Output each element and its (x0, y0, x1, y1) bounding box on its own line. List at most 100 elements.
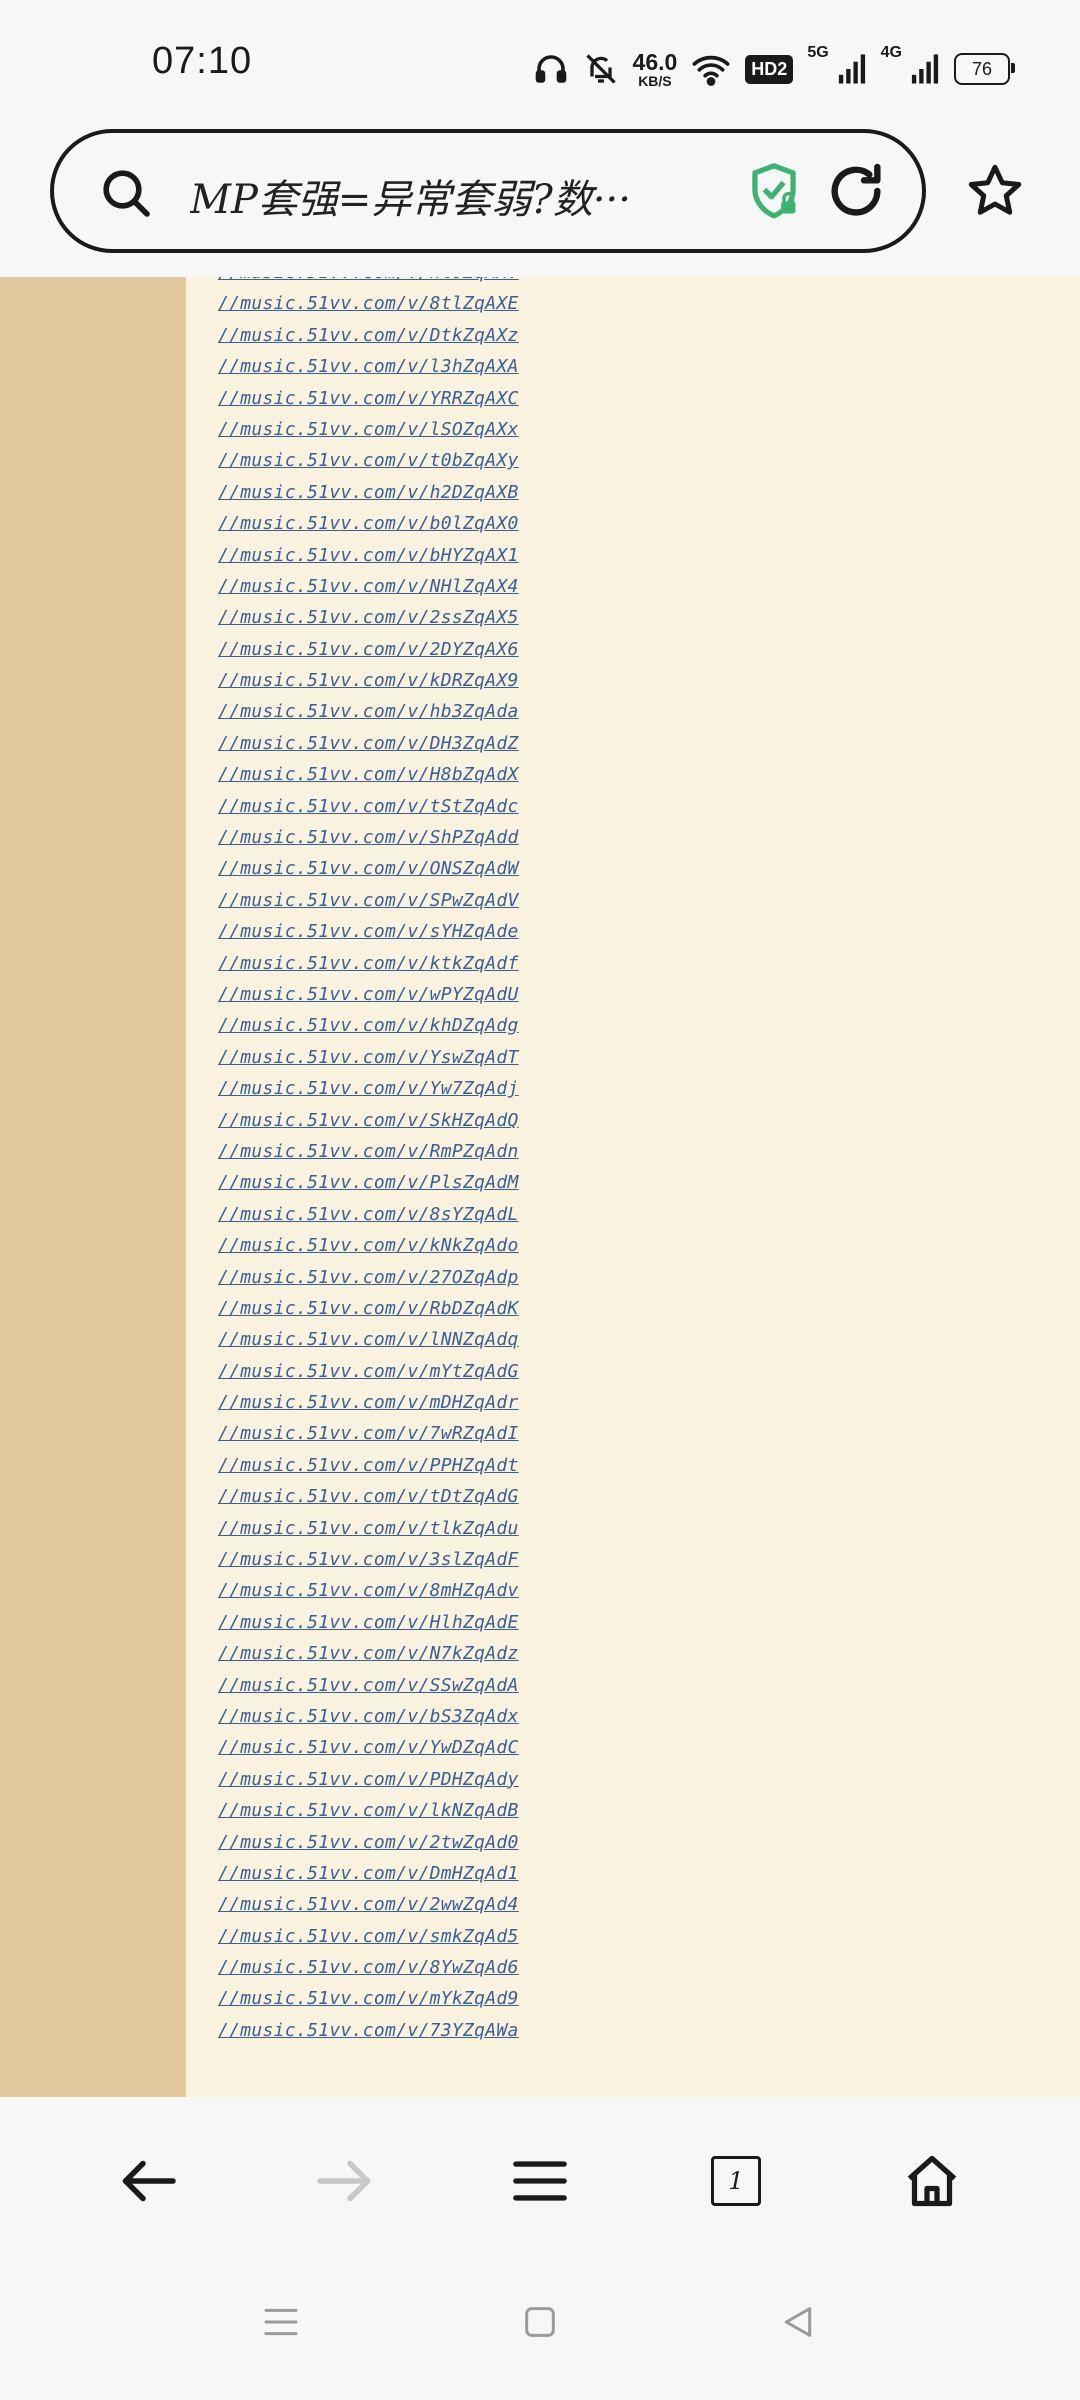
music-link[interactable]: //music.51vv.com/v/2twZqAd0 (218, 1832, 519, 1853)
list-item: //music.51vv.com/v/bS3ZqAdx (218, 1701, 519, 1732)
music-link[interactable]: //music.51vv.com/v/RmPZqAdn (218, 1141, 519, 1162)
music-link[interactable]: //music.51vv.com/v/smkZqAd5 (218, 1926, 519, 1947)
music-link[interactable]: //music.51vv.com/v/hb3ZqAda (218, 701, 519, 722)
list-item: //music.51vv.com/v/tlkZqAdu (218, 1513, 519, 1544)
music-link[interactable]: //music.51vv.com/v/b0lZqAX0 (218, 513, 519, 534)
list-item: //music.51vv.com/v/SkHZqAdQ (218, 1105, 519, 1136)
music-link[interactable]: //music.51vv.com/v/lkNZqAdB (218, 1800, 519, 1821)
music-link[interactable]: //music.51vv.com/v/DtkZqAXz (218, 325, 519, 346)
music-link[interactable]: //music.51vv.com/v/mYtZqAdG (218, 1361, 519, 1382)
list-item: //music.51vv.com/v/2twZqAd0 (218, 1827, 519, 1858)
back-triangle-icon[interactable] (763, 2287, 833, 2357)
music-link[interactable]: //music.51vv.com/v/bHYZqAX1 (218, 545, 519, 566)
music-link[interactable]: //music.51vv.com/v/SSwZqAdA (218, 1675, 519, 1696)
music-link[interactable]: //music.51vv.com/v/N7kZqAdz (218, 1643, 519, 1664)
reload-icon[interactable] (824, 159, 888, 227)
music-link[interactable]: //music.51vv.com/v/t0bZqAXy (218, 450, 519, 471)
music-link[interactable]: //music.51vv.com/v/khDZqAdg (218, 1015, 519, 1036)
bookmark-star-icon[interactable] (964, 161, 1026, 225)
music-link[interactable]: //music.51vv.com/v/kNkZqAdo (218, 1235, 519, 1256)
list-item: //music.51vv.com/v/mDHZqAdr (218, 1387, 519, 1418)
music-link[interactable]: //music.51vv.com/v/tStZqAdc (218, 796, 519, 817)
list-item: //music.51vv.com/v/Yw7ZqAdj (218, 1073, 519, 1104)
list-item: //music.51vv.com/v/hl0ZqAXv (218, 277, 519, 288)
music-link[interactable]: //music.51vv.com/v/2ssZqAX5 (218, 607, 519, 628)
music-link[interactable]: //music.51vv.com/v/73YZqAWa (218, 2020, 519, 2041)
music-link[interactable]: //music.51vv.com/v/8sYZqAdL (218, 1204, 519, 1225)
link-list: //music.51vv.com/v/hl0ZqAXv //music.51vv.… (218, 277, 519, 2046)
music-link[interactable]: //music.51vv.com/v/mYkZqAd9 (218, 1988, 519, 2009)
music-link[interactable]: //music.51vv.com/v/8mHZqAdv (218, 1580, 519, 1601)
list-item: //music.51vv.com/v/2ssZqAX5 (218, 602, 519, 633)
music-link[interactable]: //music.51vv.com/v/RbDZqAdK (218, 1298, 519, 1319)
list-item: //music.51vv.com/v/mYtZqAdG (218, 1356, 519, 1387)
battery-level: 76 (971, 58, 993, 79)
music-link[interactable]: //music.51vv.com/v/SkHZqAdQ (218, 1110, 519, 1131)
music-link[interactable]: //music.51vv.com/v/YwDZqAdC (218, 1737, 519, 1758)
music-link[interactable]: //music.51vv.com/v/27OZqAdp (218, 1267, 519, 1288)
music-link[interactable]: //music.51vv.com/v/ShPZqAdd (218, 827, 519, 848)
music-link[interactable]: //music.51vv.com/v/ktkZqAdf (218, 953, 519, 974)
wifi-icon (691, 52, 731, 86)
music-link[interactable]: //music.51vv.com/v/tDtZqAdG (218, 1486, 519, 1507)
music-link[interactable]: //music.51vv.com/v/ONSZqAdW (218, 858, 519, 879)
menu-icon[interactable] (500, 2141, 580, 2221)
list-item: //music.51vv.com/v/NHlZqAX4 (218, 571, 519, 602)
battery-icon: 76 (954, 53, 1015, 85)
music-link[interactable]: //music.51vv.com/v/H8bZqAdX (218, 764, 519, 785)
list-item: //music.51vv.com/v/RmPZqAdn (218, 1136, 519, 1167)
music-link[interactable]: //music.51vv.com/v/YswZqAdT (218, 1047, 519, 1068)
network-type-1: 5G (807, 44, 829, 61)
hd-badge: HD2 (745, 54, 794, 84)
music-link[interactable]: //music.51vv.com/v/PlsZqAdM (218, 1172, 519, 1193)
music-link[interactable]: //music.51vv.com/v/HlhZqAdE (218, 1612, 519, 1633)
address-text[interactable]: MP套强=异常套弱?数··· (190, 167, 710, 225)
music-link[interactable]: //music.51vv.com/v/YRRZqAXC (218, 388, 519, 409)
music-link[interactable]: //music.51vv.com/v/PPHZqAdt (218, 1455, 519, 1476)
music-link[interactable]: //music.51vv.com/v/NHlZqAX4 (218, 576, 519, 597)
list-item: //music.51vv.com/v/ktkZqAdf (218, 948, 519, 979)
browser-toolbar: MP套强=异常套弱?数··· (0, 125, 1080, 278)
list-item: //music.51vv.com/v/PDHZqAdy (218, 1764, 519, 1795)
list-item: //music.51vv.com/v/HlhZqAdE (218, 1607, 519, 1638)
music-link[interactable]: //music.51vv.com/v/2wwZqAd4 (218, 1894, 519, 1915)
address-bar[interactable]: MP套强=异常套弱?数··· (50, 129, 926, 253)
music-link[interactable]: //music.51vv.com/v/7wRZqAdI (218, 1423, 519, 1444)
music-link[interactable]: //music.51vv.com/v/PDHZqAdy (218, 1769, 519, 1790)
music-link[interactable]: //music.51vv.com/v/SPwZqAdV (218, 890, 519, 911)
music-link[interactable]: //music.51vv.com/v/Yw7ZqAdj (218, 1078, 519, 1099)
home-square-icon[interactable] (505, 2287, 575, 2357)
recent-apps-icon[interactable] (246, 2287, 316, 2357)
list-item: //music.51vv.com/v/YRRZqAXC (218, 383, 519, 414)
music-link[interactable]: //music.51vv.com/v/h2DZqAXB (218, 482, 519, 503)
music-link[interactable]: //music.51vv.com/v/mDHZqAdr (218, 1392, 519, 1413)
music-link[interactable]: //music.51vv.com/v/l3hZqAXA (218, 356, 519, 377)
list-item: //music.51vv.com/v/DH3ZqAdZ (218, 728, 519, 759)
music-link[interactable]: //music.51vv.com/v/DmHZqAd1 (218, 1863, 519, 1884)
music-link[interactable]: //music.51vv.com/v/sYHZqAde (218, 921, 519, 942)
home-icon[interactable] (892, 2141, 972, 2221)
list-item: //music.51vv.com/v/8YwZqAd6 (218, 1952, 519, 1983)
music-link[interactable]: //music.51vv.com/v/lSOZqAXx (218, 419, 519, 440)
music-link[interactable]: //music.51vv.com/v/wPYZqAdU (218, 984, 519, 1005)
music-link[interactable]: //music.51vv.com/v/hl0ZqAXv (218, 277, 519, 283)
music-link[interactable]: //music.51vv.com/v/8YwZqAd6 (218, 1957, 519, 1978)
music-link[interactable]: //music.51vv.com/v/bS3ZqAdx (218, 1706, 519, 1727)
list-item: //music.51vv.com/v/PlsZqAdM (218, 1167, 519, 1198)
music-link[interactable]: //music.51vv.com/v/3slZqAdF (218, 1549, 519, 1570)
music-link[interactable]: //music.51vv.com/v/kDRZqAX9 (218, 670, 519, 691)
music-link[interactable]: //music.51vv.com/v/2DYZqAX6 (218, 639, 519, 660)
music-link[interactable]: //music.51vv.com/v/8tlZqAXE (218, 293, 519, 314)
status-bar: 07:10 46.0 KB/S HD2 5G 4G 76 (0, 0, 1080, 125)
back-arrow-icon[interactable] (108, 2141, 188, 2221)
net-speed: 46.0 KB/S (632, 48, 678, 89)
forward-arrow-icon[interactable] (305, 2141, 385, 2221)
music-link[interactable]: //music.51vv.com/v/lNNZqAdq (218, 1329, 519, 1350)
system-nav-bar (0, 2247, 1080, 2400)
list-item: //music.51vv.com/v/2DYZqAX6 (218, 634, 519, 665)
tabs-icon[interactable]: 1 (696, 2141, 776, 2221)
security-shield-icon[interactable] (744, 161, 804, 227)
list-item: //music.51vv.com/v/smkZqAd5 (218, 1921, 519, 1952)
music-link[interactable]: //music.51vv.com/v/DH3ZqAdZ (218, 733, 519, 754)
music-link[interactable]: //music.51vv.com/v/tlkZqAdu (218, 1518, 519, 1539)
